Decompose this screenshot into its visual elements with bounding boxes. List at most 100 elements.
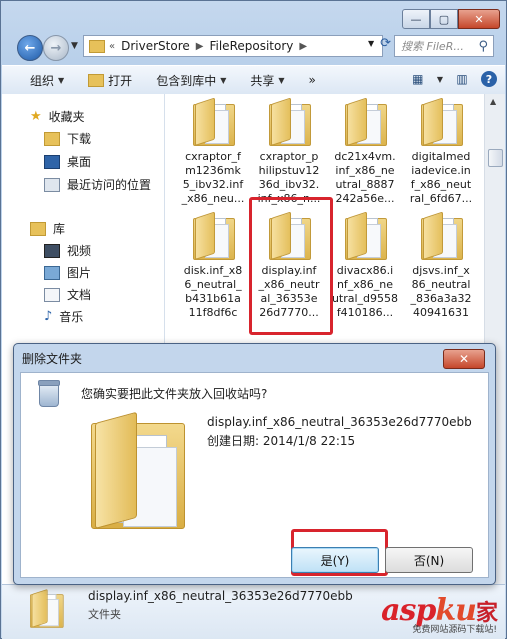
folder-icon xyxy=(345,97,387,146)
include-in-library-button[interactable]: 包含到库中 ▼ xyxy=(156,72,226,89)
nav-videos-label: 视频 xyxy=(67,244,92,258)
dialog-title: 删除文件夹 xyxy=(22,352,83,366)
folder-item-label: divacx86.i nf_x86_ne utral_d9558 f410186… xyxy=(331,264,399,319)
created-value: 2014/1/8 22:15 xyxy=(262,434,356,448)
video-icon xyxy=(44,243,60,258)
details-pane: display.inf_x86_neutral_36353e26d7770ebb… xyxy=(2,584,505,639)
dialog-created-date: 创建日期: 2014/1/8 22:15 xyxy=(207,432,355,449)
nav-pictures[interactable]: 图片 xyxy=(44,264,91,281)
toolbar-right: ▦ ▼ ▥ ? xyxy=(409,70,497,88)
nav-downloads[interactable]: 下载 xyxy=(44,130,91,147)
close-button[interactable]: ✕ xyxy=(458,9,500,29)
folder-preview-icon xyxy=(91,409,191,529)
scrollbar-thumb[interactable] xyxy=(488,149,503,167)
search-icon[interactable]: ⚲ xyxy=(478,39,488,54)
nav-music[interactable]: ♪ 音乐 xyxy=(44,308,83,325)
nav-desktop-label: 桌面 xyxy=(67,155,92,169)
folder-item[interactable]: cxraptor_p hilipstuv12 36d_ibv32. inf_x8… xyxy=(253,97,325,206)
pictures-icon xyxy=(44,265,60,280)
folder-item[interactable]: digitalmed iadevice.in f_x86_neut ral_6f… xyxy=(405,97,477,206)
help-icon[interactable]: ? xyxy=(481,71,497,87)
nav-libraries[interactable]: 库 xyxy=(30,220,65,237)
chevron-down-icon[interactable]: ▼ xyxy=(437,75,443,84)
folder-icon xyxy=(421,211,463,260)
command-bar: 组织 ▼ 打开 包含到库中 ▼ 共享 ▼ » ▦ ▼ ▥ ? xyxy=(2,65,505,95)
organize-label: 组织 xyxy=(30,73,55,88)
nav-libraries-label: 库 xyxy=(53,222,66,236)
refresh-icon[interactable]: ⟳ xyxy=(380,36,391,51)
downloads-icon xyxy=(44,131,60,146)
scroll-up-icon[interactable]: ▲ xyxy=(490,97,496,106)
watermark: aspku家 免费网站源码下载站! xyxy=(381,593,498,635)
recycle-bin-icon xyxy=(38,380,60,407)
explorer-window: — ▢ ✕ ← → ▼ « DriverStore ▶ FileReposito… xyxy=(0,0,507,639)
folder-item[interactable]: cxraptor_f m1236mk 5_ibv32.inf _x86_neu.… xyxy=(177,97,249,206)
more-commands-label: » xyxy=(308,73,316,87)
breadcrumb-separator-icon[interactable]: ▶ xyxy=(196,41,204,52)
folder-icon xyxy=(193,97,235,146)
maximize-button[interactable]: ▢ xyxy=(430,9,458,29)
nav-favorites[interactable]: ★ 收藏夹 xyxy=(30,108,85,125)
desktop-icon xyxy=(44,154,60,169)
highlight-selected-folder xyxy=(249,197,333,335)
folder-icon xyxy=(89,39,105,53)
folder-item-label: cxraptor_f m1236mk 5_ibv32.inf _x86_neu.… xyxy=(181,150,245,205)
star-icon: ★ xyxy=(30,109,42,124)
nav-videos[interactable]: 视频 xyxy=(44,242,91,259)
no-button[interactable]: 否(N) xyxy=(385,547,473,573)
open-button[interactable]: 打开 xyxy=(88,72,132,89)
folder-icon xyxy=(421,97,463,146)
forward-arrow-icon: → xyxy=(50,40,62,56)
search-placeholder: 搜索 FileR... xyxy=(401,40,464,53)
folder-icon xyxy=(193,211,235,260)
nav-downloads-label: 下载 xyxy=(67,132,92,146)
music-icon: ♪ xyxy=(44,309,53,324)
folder-item[interactable]: dc21x4vm. inf_x86_ne utral_8887 242a56e.… xyxy=(329,97,401,206)
breadcrumb-filerepository[interactable]: FileRepository xyxy=(209,39,293,53)
details-type: 文件夹 xyxy=(88,608,121,621)
back-button[interactable]: ← xyxy=(17,35,43,61)
dialog-folder-name: display.inf_x86_neutral_36353e26d7770ebb xyxy=(207,415,472,429)
breadcrumb-driverstore[interactable]: DriverStore xyxy=(121,39,190,53)
dialog-close-button[interactable]: ✕ xyxy=(443,349,485,369)
organize-button[interactable]: 组织 ▼ xyxy=(30,72,64,89)
nav-recent[interactable]: 最近访问的位置 xyxy=(44,176,151,193)
address-bar[interactable]: « DriverStore ▶ FileRepository ▶ xyxy=(83,35,383,57)
folder-item-label: disk.inf_x8 6_neutral_ b431b61a 11f8df6c xyxy=(183,264,243,319)
delete-folder-dialog: 删除文件夹 ✕ 您确实要把此文件夹放入回收站吗? display.inf_x86… xyxy=(13,343,496,585)
preview-pane-icon[interactable]: ▥ xyxy=(453,70,471,88)
minimize-button[interactable]: — xyxy=(402,9,430,29)
nav-desktop[interactable]: 桌面 xyxy=(44,153,91,170)
folder-item[interactable]: djsvs.inf_x 86_neutral _836a3a32 4094163… xyxy=(405,211,477,320)
created-label: 创建日期: xyxy=(207,434,260,448)
history-dropdown-icon[interactable]: ▼ xyxy=(71,41,78,51)
open-folder-icon xyxy=(88,73,105,87)
folder-item-label: digitalmed iadevice.in f_x86_neut ral_6f… xyxy=(409,150,473,205)
folder-item[interactable]: disk.inf_x8 6_neutral_ b431b61a 11f8df6c xyxy=(177,211,249,320)
chevron-down-icon: ▼ xyxy=(220,75,227,85)
more-commands-button[interactable]: » xyxy=(309,73,316,87)
dialog-body: 您确实要把此文件夹放入回收站吗? display.inf_x86_neutral… xyxy=(20,372,489,578)
folder-item[interactable]: divacx86.i nf_x86_ne utral_d9558 f410186… xyxy=(329,211,401,320)
nav-documents-label: 文档 xyxy=(67,288,92,302)
back-arrow-icon: ← xyxy=(24,40,36,56)
search-input[interactable]: 搜索 FileR... ⚲ xyxy=(394,35,494,57)
folder-icon xyxy=(30,589,64,628)
open-label: 打开 xyxy=(108,73,133,88)
folder-item-label: djsvs.inf_x 86_neutral _836a3a32 4094163… xyxy=(410,264,472,319)
breadcrumb-overflow[interactable]: « xyxy=(109,41,115,52)
share-button[interactable]: 共享 ▼ xyxy=(250,72,284,89)
caption-buttons: — ▢ ✕ xyxy=(402,9,500,29)
address-dropdown-icon[interactable]: ▼ xyxy=(368,39,374,48)
chevron-down-icon: ▼ xyxy=(278,75,285,85)
recent-places-icon xyxy=(44,177,60,192)
include-in-library-label: 包含到库中 xyxy=(156,73,217,88)
nav-documents[interactable]: 文档 xyxy=(44,286,91,303)
breadcrumb-separator-icon[interactable]: ▶ xyxy=(299,41,307,52)
view-options-icon[interactable]: ▦ xyxy=(409,70,427,88)
address-actions: ▼ ⟳ xyxy=(368,36,391,51)
yes-button[interactable]: 是(Y) xyxy=(291,547,379,573)
nav-recent-label: 最近访问的位置 xyxy=(67,178,152,192)
chevron-down-icon: ▼ xyxy=(58,75,65,85)
forward-button[interactable]: → xyxy=(43,35,69,61)
